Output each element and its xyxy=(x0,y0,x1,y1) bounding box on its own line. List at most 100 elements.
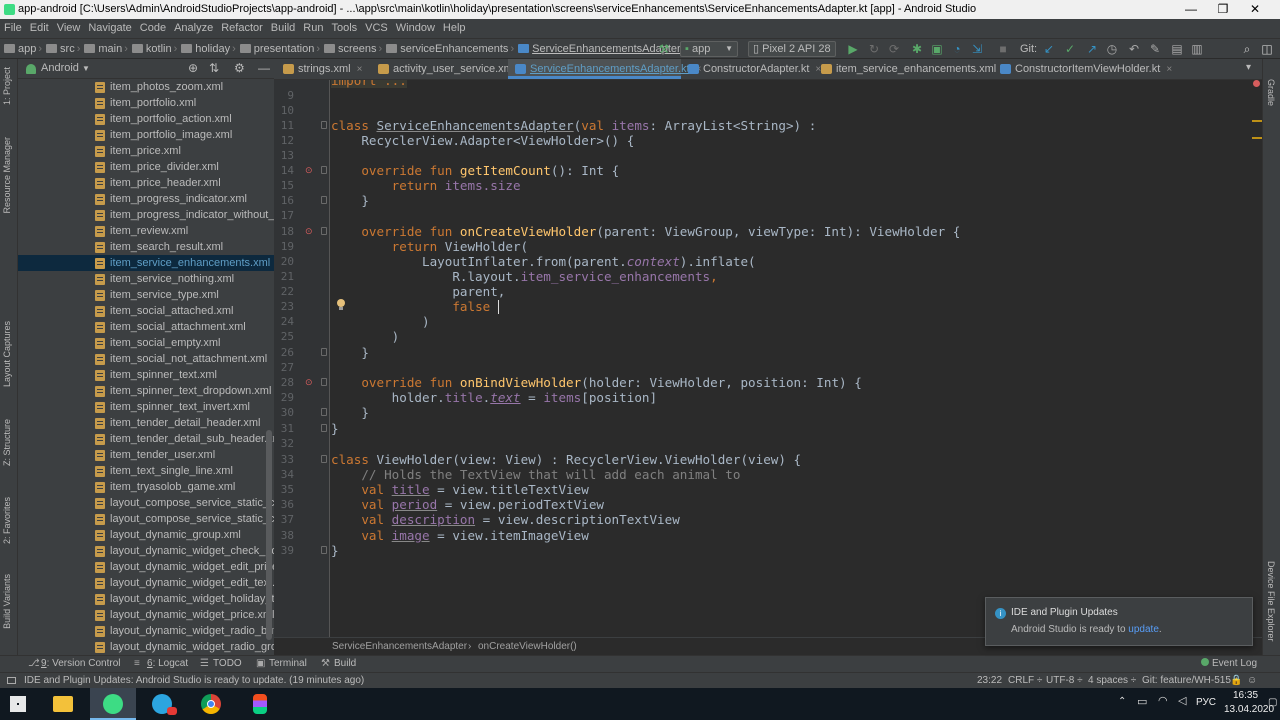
fold-marker-icon[interactable] xyxy=(321,408,327,416)
menu-window[interactable]: Window xyxy=(392,19,439,38)
tab-constructor-adapter[interactable]: ConstructorAdapter.kt × xyxy=(681,59,821,79)
tree-item[interactable]: item_review.xml xyxy=(18,223,274,239)
show-hidden-tabs-icon[interactable]: ▾ xyxy=(1246,62,1251,73)
menu-file[interactable]: File xyxy=(0,19,26,38)
tree-item[interactable]: layout_dynamic_widget_holiday_type.xml xyxy=(18,591,274,607)
windows-start-icon[interactable] xyxy=(10,696,26,712)
lock-icon[interactable]: 🔒 xyxy=(1230,673,1242,688)
update-link[interactable]: update xyxy=(1128,624,1159,635)
menu-tools[interactable]: Tools xyxy=(327,19,361,38)
tree-scrollbar[interactable] xyxy=(266,430,272,640)
revert-icon[interactable]: ↶ xyxy=(1127,42,1141,56)
menu-edit[interactable]: Edit xyxy=(26,19,53,38)
coverage-icon[interactable]: ▣ xyxy=(930,42,944,56)
hammer-icon[interactable]: ⚒ xyxy=(657,42,671,56)
layout-inspector-icon[interactable]: ◫ xyxy=(1260,42,1274,56)
caret-position[interactable]: 23:22 xyxy=(977,673,1002,688)
tree-item[interactable]: layout_dynamic_group.xml xyxy=(18,527,274,543)
run-icon[interactable]: ▶ xyxy=(846,42,860,56)
tree-item[interactable]: layout_dynamic_widget_price.xml xyxy=(18,607,274,623)
crumb-method[interactable]: onCreateViewHolder() xyxy=(478,638,577,655)
menu-navigate[interactable]: Navigate xyxy=(84,19,135,38)
crumb-app[interactable]: app › xyxy=(2,39,44,59)
crumb-class[interactable]: ServiceEnhancementsAdapter xyxy=(332,638,467,655)
fold-marker-icon[interactable] xyxy=(321,166,327,174)
build-tool-button[interactable]: ⚒ Build xyxy=(321,656,356,672)
run-config-select[interactable]: ▪ app ▼ xyxy=(680,41,738,57)
tree-item[interactable]: item_spinner_text_invert.xml xyxy=(18,399,274,415)
chevron-down-icon[interactable]: ▼ xyxy=(82,59,90,78)
git-update-icon[interactable]: ↙ xyxy=(1042,42,1056,56)
project-tool-button[interactable]: 1: Project xyxy=(2,67,12,105)
indent-setting[interactable]: 4 spaces ÷ xyxy=(1088,673,1136,688)
status-message[interactable]: IDE and Plugin Updates: Android Studio i… xyxy=(24,673,364,688)
layout-captures-tool-button[interactable]: Layout Captures xyxy=(2,321,12,387)
show-hidden-icons-icon[interactable]: ⌃ xyxy=(1118,696,1126,707)
tree-item[interactable]: item_social_attachment.xml xyxy=(18,319,274,335)
warning-mark[interactable] xyxy=(1252,137,1262,139)
tree-item[interactable]: item_portfolio.xml xyxy=(18,95,274,111)
tree-item[interactable]: layout_dynamic_widget_edit_text.xml xyxy=(18,575,274,591)
notifications-icon[interactable]: ▢ xyxy=(1268,697,1277,708)
line-separator[interactable]: CRLF ÷ xyxy=(1008,673,1042,688)
tree-item[interactable]: item_search_result.xml xyxy=(18,239,274,255)
tree-item[interactable]: item_tender_detail_header.xml xyxy=(18,415,274,431)
tree-item[interactable]: item_service_type.xml xyxy=(18,287,274,303)
apply-changes-icon[interactable]: ↻ xyxy=(867,42,881,56)
android-studio-taskbar-icon[interactable] xyxy=(90,688,136,720)
profile-icon[interactable]: ◔ xyxy=(950,42,964,56)
telegram-taskbar-icon[interactable] xyxy=(139,688,185,720)
tree-item[interactable]: item_portfolio_action.xml xyxy=(18,111,274,127)
tree-item[interactable]: item_spinner_text_dropdown.xml xyxy=(18,383,274,399)
locate-icon[interactable]: ⊕ xyxy=(188,59,198,78)
tree-item[interactable]: layout_dynamic_widget_radio_button.xml xyxy=(18,623,274,639)
crumb-main[interactable]: main › xyxy=(82,39,130,59)
menu-code[interactable]: Code xyxy=(136,19,170,38)
tree-item[interactable]: item_social_attached.xml xyxy=(18,303,274,319)
tab-constructor-item-viewholder[interactable]: ConstructorItemViewHolder.kt × xyxy=(993,59,1172,79)
logcat-tool-button[interactable]: ≡ 6: Logcat xyxy=(134,656,188,672)
todo-tool-button[interactable]: ☰ TODO xyxy=(200,656,242,672)
tree-item[interactable]: item_progress_indicator_without_padding.… xyxy=(18,207,274,223)
device-file-explorer-tool-button[interactable]: Device File Explorer xyxy=(1266,561,1276,642)
tree-item[interactable]: layout_compose_service_static_content_bo xyxy=(18,495,274,511)
history-icon[interactable]: ◷ xyxy=(1105,42,1119,56)
fold-marker-icon[interactable] xyxy=(321,455,327,463)
editor-error-stripe[interactable] xyxy=(1250,80,1262,637)
fold-marker-icon[interactable] xyxy=(321,378,327,386)
menu-analyze[interactable]: Analyze xyxy=(170,19,217,38)
git-push-icon[interactable]: ↗ xyxy=(1085,42,1099,56)
wifi-icon[interactable]: ◠ xyxy=(1158,694,1168,707)
tree-item[interactable]: item_portfolio_image.xml xyxy=(18,127,274,143)
fold-marker-icon[interactable] xyxy=(321,121,327,129)
hide-icon[interactable]: — xyxy=(258,59,270,78)
menu-build[interactable]: Build xyxy=(267,19,299,38)
override-gutter-icon[interactable]: ⊙ xyxy=(305,226,315,236)
tree-item[interactable]: item_photos_zoom.xml xyxy=(18,79,274,95)
tree-item[interactable]: item_progress_indicator.xml xyxy=(18,191,274,207)
tree-item[interactable]: item_price.xml xyxy=(18,143,274,159)
collapse-all-icon[interactable]: ⇅ xyxy=(209,59,219,78)
structure-tool-button[interactable]: Z: Structure xyxy=(2,419,12,466)
project-view-select[interactable]: Android xyxy=(41,59,79,78)
crumb-src[interactable]: src › xyxy=(44,39,82,59)
tree-item[interactable]: item_social_not_attachment.xml xyxy=(18,351,274,367)
code-editor[interactable]: import ... class ServiceEnhancementsAdap… xyxy=(331,80,1262,637)
stop-icon[interactable]: ■ xyxy=(996,42,1010,56)
attach-debugger-icon[interactable]: ⇲ xyxy=(970,42,984,56)
file-encoding[interactable]: UTF-8 ÷ xyxy=(1046,673,1083,688)
avd-manager-icon[interactable]: ▥ xyxy=(1190,42,1204,56)
chrome-taskbar-icon[interactable] xyxy=(188,688,234,720)
menu-vcs[interactable]: VCS xyxy=(361,19,392,38)
warning-mark[interactable] xyxy=(1252,120,1262,122)
tree-item[interactable]: item_tender_user.xml xyxy=(18,447,274,463)
crumb-holiday[interactable]: holiday › xyxy=(179,39,238,59)
input-language[interactable]: РУС xyxy=(1196,697,1216,708)
tree-item[interactable]: item_service_enhancements.xml xyxy=(18,255,274,271)
tab-item-service-enhancements[interactable]: item_service_enhancements.xml× xyxy=(814,59,1008,79)
override-gutter-icon[interactable]: ⊙ xyxy=(305,377,315,387)
tree-item[interactable]: item_social_empty.xml xyxy=(18,335,274,351)
gear-icon[interactable]: ⚙ xyxy=(234,59,245,78)
tree-item[interactable]: item_price_header.xml xyxy=(18,175,274,191)
tree-item[interactable]: layout_dynamic_widget_check_box.xml xyxy=(18,543,274,559)
